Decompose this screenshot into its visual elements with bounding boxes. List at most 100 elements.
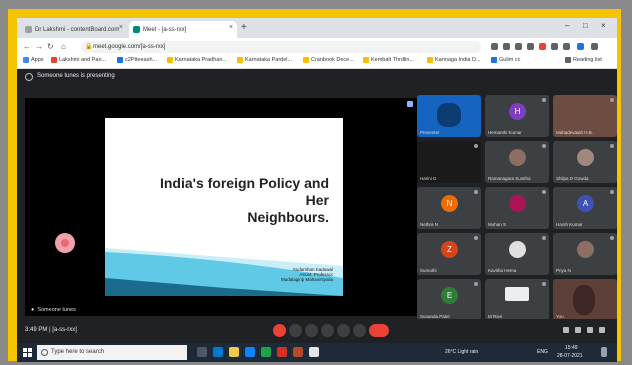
tab-active-meet[interactable]: Meet - [a-ss-rxx] × [129,21,237,38]
participant-tile[interactable]: Mohan S [485,187,549,229]
participant-avatar: H [509,103,526,120]
end-call-button[interactable] [369,324,389,337]
main-presentation-tile[interactable]: India's foreign Policy and Her Neighbour… [25,98,417,316]
meet-controls-bar: 3:49 PM | [a-ss-rxx] [17,319,617,343]
camera-button[interactable] [289,324,302,337]
bookmark-item[interactable]: Karnataka Pradhan... [167,57,227,63]
activities-icon[interactable] [599,327,605,333]
pin-icon[interactable] [407,101,413,107]
participant-tile[interactable]: H Hemanthi Kumar [485,95,549,137]
reading-list-button[interactable]: Reading list [565,57,602,63]
meet-presenting-banner: Someone tunes is presenting [17,69,617,85]
task-view-icon[interactable] [197,347,207,357]
slide-credit-line: Mudalagirip Mahavirtiyalia [280,277,333,282]
edge-icon[interactable] [213,347,223,357]
meeting-time: 3:49 PM [25,327,48,333]
clock-time[interactable]: 15:49 [565,345,578,351]
participant-avatar: A [577,195,594,212]
new-tab-button[interactable]: + [241,22,247,33]
participant-name: Mohan S [488,222,507,227]
language-indicator[interactable]: ENG [537,349,548,355]
bookmark-item[interactable]: Apps [23,57,44,63]
app-icon[interactable] [309,347,319,357]
participant-tile[interactable]: A Harsh Kumar [553,187,617,229]
extension-icon[interactable] [503,43,510,50]
mic-indicator-icon [542,98,546,102]
close-tab-icon[interactable]: × [119,24,123,31]
menu-kebab-icon[interactable] [591,43,598,50]
app-icon[interactable] [277,347,287,357]
clock-date[interactable]: 28-07-2021 [557,353,583,359]
reload-icon[interactable]: ↻ [47,42,54,51]
participant-tile[interactable]: Presenter [417,95,481,137]
home-icon[interactable]: ⌂ [61,42,66,51]
bookmark-item[interactable]: Cranbook Dece... [303,57,354,63]
bookmark-item[interactable]: Kannaga India D... [427,57,481,63]
maximize-icon[interactable]: □ [583,21,588,30]
chrome-icon[interactable] [261,347,271,357]
windows-start-icon[interactable] [23,348,32,357]
taskbar-search-input[interactable]: Type here to search [37,345,187,360]
url-input[interactable]: 🔒 meet.google.com/[a-ss-rxx] [81,41,481,53]
weather-widget[interactable]: 26°C Light rain [445,349,478,355]
participant-tile[interactable]: Kavitha Hema [485,233,549,275]
extension-icon[interactable] [539,43,546,50]
participant-tile[interactable]: M Ravi [485,279,549,321]
mic-off-button[interactable] [273,324,286,337]
minimize-icon[interactable]: – [565,21,569,30]
close-tab-icon[interactable]: × [229,24,233,31]
slide-credits: Sudarshan Kaduwal Assist. Professor Muda… [281,267,333,282]
extension-icon[interactable] [551,43,558,50]
close-window-icon[interactable]: × [601,21,606,30]
bookmark-item[interactable]: c2Ptteeash... [117,57,157,63]
tab-label: Meet - [a-ss-rxx] [143,26,187,33]
powerpoint-icon[interactable] [293,347,303,357]
profile-avatar[interactable] [577,43,584,50]
info-icon[interactable] [563,327,569,333]
extension-icon[interactable] [491,43,498,50]
mic-indicator-icon [610,190,614,194]
present-button[interactable] [337,324,350,337]
participant-tile[interactable]: Z Sumathi [417,233,481,275]
participant-tile[interactable]: Mahadevaiah H.B. [553,95,617,137]
participant-tile[interactable]: Harini G [417,141,481,183]
presenter-name: Someone tunes [37,307,76,313]
bookmark-folder-icon [237,57,243,63]
people-icon[interactable] [575,327,581,333]
more-options-button[interactable] [353,324,366,337]
back-arrow-icon[interactable]: ← [23,42,31,51]
raise-hand-button[interactable] [321,324,334,337]
bookmark-label: Apps [31,57,44,63]
participant-tile-self[interactable]: You [553,279,617,321]
bookmark-item[interactable]: Karnataka Pardel... [237,57,292,63]
present-screen-icon [25,73,33,81]
address-bar-row: ← → ↻ ⌂ 🔒 meet.google.com/[a-ss-rxx] [17,38,617,56]
participant-tile[interactable]: E Sunanda Patel [417,279,481,321]
extension-icon[interactable] [527,43,534,50]
windows-taskbar: Type here to search 26°C Light rain ENG … [17,343,617,362]
bookmark-item[interactable]: Gulim cc [491,57,520,63]
bookmark-item[interactable]: Kembalt Thrdlin... [363,57,414,63]
search-placeholder: Type here to search [51,349,105,355]
participant-avatar: Z [441,241,458,258]
extension-icon[interactable] [563,43,570,50]
participant-name: Shilpa D Gowda [556,176,589,181]
extension-icon[interactable] [515,43,522,50]
bookmark-label: Karnataka Pardel... [245,57,293,63]
participant-tile[interactable]: Ramanagara Sunitha [485,141,549,183]
notification-icon[interactable] [601,347,607,357]
store-icon[interactable] [245,347,255,357]
captions-button[interactable] [305,324,318,337]
tab-inactive[interactable]: Dr Lakshmi - contentBoard.com × [21,21,127,38]
forward-arrow-icon[interactable]: → [35,42,43,51]
tab-favicon-icon [25,26,32,33]
chat-icon[interactable] [587,327,593,333]
file-explorer-icon[interactable] [229,347,239,357]
participant-tile[interactable]: Shilpa D Gowda [553,141,617,183]
bookmark-item[interactable]: Lakshmi and Pan... [51,57,106,63]
participant-tile[interactable]: N Nethra N [417,187,481,229]
lock-icon: 🔒 [85,44,93,50]
search-icon [41,349,48,356]
participant-tile[interactable]: Priya N [553,233,617,275]
participant-name: Ramanagara Sunitha [488,176,531,181]
